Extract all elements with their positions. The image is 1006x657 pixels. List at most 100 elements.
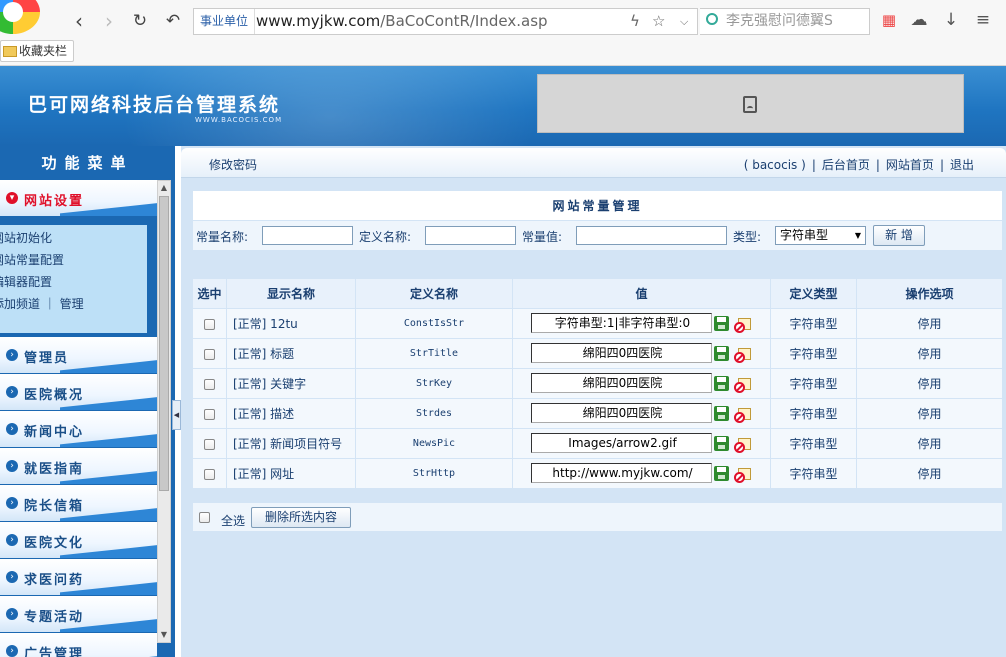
save-icon[interactable] bbox=[714, 406, 729, 421]
disable-link[interactable]: 停用 bbox=[856, 308, 1003, 339]
apps-grid-icon[interactable]: ▦ bbox=[878, 9, 900, 31]
menu-item-culture[interactable]: › 医院文化 bbox=[0, 522, 157, 559]
admin-home-link[interactable]: 后台首页 bbox=[816, 158, 876, 172]
undo-icon[interactable]: ↶ bbox=[160, 9, 186, 33]
delete-icon[interactable] bbox=[734, 348, 751, 363]
top-right-links: ( bacocis ) | 后台首页 | 网站首页 | 退出 bbox=[738, 156, 980, 173]
constants-panel: 网站常量管理 常量名称: 定义名称: 常量值: 类型: 字符串型 新 增 bbox=[192, 190, 1003, 251]
current-user: ( bacocis ) bbox=[743, 158, 806, 172]
browser-search[interactable]: 李克强慰问德翼S bbox=[700, 8, 870, 35]
const-value-input[interactable] bbox=[576, 226, 727, 245]
menu-item-consult[interactable]: › 求医问药 bbox=[0, 559, 157, 596]
type-select[interactable]: 字符串型 bbox=[775, 226, 866, 245]
save-icon[interactable] bbox=[714, 376, 729, 391]
def-name-input[interactable] bbox=[425, 226, 516, 245]
chevron-down-icon[interactable]: ⌵ bbox=[680, 11, 688, 32]
cloud-icon[interactable]: ☁ bbox=[908, 9, 930, 31]
disable-link[interactable]: 停用 bbox=[856, 398, 1003, 429]
select-all-label: 全选 bbox=[221, 514, 246, 528]
menu-item-mailbox[interactable]: › 院长信箱 bbox=[0, 485, 157, 522]
menu-item-label: 管理员 bbox=[24, 351, 70, 366]
site-title: 巴可网络科技后台管理系统 bbox=[28, 94, 281, 116]
delete-icon[interactable] bbox=[734, 468, 751, 483]
menu-icon[interactable]: ≡ bbox=[972, 9, 994, 31]
menu-item-site-settings[interactable]: ▾ 网站设置 bbox=[0, 180, 157, 217]
menu-item-label: 医院概况 bbox=[24, 388, 85, 403]
menu-item-admin[interactable]: › 管理员 bbox=[0, 337, 157, 374]
value-input[interactable]: 绵阳四0四医院 bbox=[531, 343, 712, 363]
scroll-thumb[interactable] bbox=[159, 196, 169, 491]
constants-table: 选中 显示名称 定义名称 值 定义类型 操作选项 [正常] 12tu Const… bbox=[192, 278, 1003, 489]
delete-icon[interactable] bbox=[734, 378, 751, 393]
menu-item-ads[interactable]: › 广告管理 bbox=[0, 633, 157, 657]
row-checkbox[interactable] bbox=[204, 408, 215, 420]
banner-image bbox=[537, 74, 964, 133]
delete-icon[interactable] bbox=[734, 438, 751, 453]
delete-selected-button[interactable]: 删除所选内容 bbox=[251, 507, 351, 528]
value-input[interactable]: Images/arrow2.gif bbox=[531, 433, 712, 453]
col-operations: 操作选项 bbox=[856, 278, 1003, 309]
submenu-item-editor[interactable]: 编辑器配置 bbox=[0, 269, 139, 291]
save-icon[interactable] bbox=[714, 346, 729, 361]
filter-row: 常量名称: 定义名称: 常量值: 类型: 字符串型 新 增 bbox=[193, 221, 1002, 250]
submenu-item-init[interactable]: 网站初始化 bbox=[0, 225, 139, 247]
display-name: [正常] 新闻项目符号 bbox=[226, 428, 356, 459]
scroll-up-icon[interactable]: ▲ bbox=[158, 181, 170, 195]
row-checkbox[interactable] bbox=[204, 318, 215, 330]
value-input[interactable]: 绵阳四0四医院 bbox=[531, 403, 712, 423]
menu-item-hospital-overview[interactable]: › 医院概况 bbox=[0, 374, 157, 411]
disable-link[interactable]: 停用 bbox=[856, 458, 1003, 489]
display-name: [正常] 网址 bbox=[226, 458, 356, 489]
forward-icon[interactable]: › bbox=[96, 9, 122, 33]
back-icon[interactable]: ‹ bbox=[66, 9, 92, 33]
submenu-item-channel[interactable]: 添加频道 ｜ 管理 bbox=[0, 291, 139, 313]
select-all-checkbox[interactable] bbox=[199, 512, 210, 523]
lightning-icon[interactable]: ϟ bbox=[630, 11, 640, 32]
address-bar[interactable]: 事业单位 www.myjkw.com/BaCoContR/Index.asp ϟ… bbox=[193, 8, 698, 35]
save-icon[interactable] bbox=[714, 316, 729, 331]
search-input[interactable]: 李克强慰问德翼S bbox=[726, 9, 866, 34]
disable-link[interactable]: 停用 bbox=[856, 368, 1003, 399]
disable-link[interactable]: 停用 bbox=[856, 428, 1003, 459]
value-input[interactable]: http://www.myjkw.com/ bbox=[531, 463, 712, 483]
const-name-input[interactable] bbox=[262, 226, 353, 245]
arrow-right-icon: › bbox=[6, 460, 18, 472]
arrow-right-icon: › bbox=[6, 349, 18, 361]
disable-link[interactable]: 停用 bbox=[856, 338, 1003, 369]
star-icon[interactable]: ☆ bbox=[652, 11, 665, 32]
scroll-down-icon[interactable]: ▼ bbox=[158, 628, 170, 642]
save-icon[interactable] bbox=[714, 436, 729, 451]
logout-link[interactable]: 退出 bbox=[944, 158, 980, 172]
save-icon[interactable] bbox=[714, 466, 729, 481]
delete-icon[interactable] bbox=[734, 318, 751, 333]
row-checkbox[interactable] bbox=[204, 378, 215, 390]
value-input[interactable]: 字符串型:1|非字符串型:0 bbox=[531, 313, 712, 333]
menu-list: ▾ 网站设置 网站初始化 网站常量配置 编辑器配置 添加频道 ｜ 管理 › 管理员… bbox=[0, 180, 157, 657]
row-checkbox[interactable] bbox=[204, 468, 215, 480]
delete-icon[interactable] bbox=[734, 408, 751, 423]
display-name: [正常] 关键字 bbox=[226, 368, 356, 399]
menu-scrollbar[interactable]: ▲ ▼ bbox=[157, 180, 171, 643]
def-type: 字符串型 bbox=[770, 458, 857, 489]
col-def-name: 定义名称 bbox=[355, 278, 513, 309]
download-icon[interactable]: ↓ bbox=[940, 9, 962, 31]
row-checkbox[interactable] bbox=[204, 438, 215, 450]
search-icon bbox=[706, 13, 718, 25]
menu-item-news[interactable]: › 新闻中心 bbox=[0, 411, 157, 448]
arrow-right-icon: › bbox=[6, 571, 18, 583]
refresh-icon[interactable]: ↻ bbox=[127, 9, 153, 33]
add-button[interactable]: 新 增 bbox=[873, 225, 925, 246]
collapse-sidebar-icon[interactable]: ◀ bbox=[172, 400, 181, 430]
bookmarks-folder[interactable]: 收藏夹栏 bbox=[0, 40, 75, 62]
menu-item-guide[interactable]: › 就医指南 bbox=[0, 448, 157, 485]
arrow-right-icon: › bbox=[6, 497, 18, 509]
menu-item-events[interactable]: › 专题活动 bbox=[0, 596, 157, 633]
def-type: 字符串型 bbox=[770, 368, 857, 399]
row-checkbox[interactable] bbox=[204, 348, 215, 360]
value-input[interactable]: 绵阳四0四医院 bbox=[531, 373, 712, 393]
submenu-item-constants[interactable]: 网站常量配置 bbox=[0, 247, 139, 269]
def-type: 字符串型 bbox=[770, 308, 857, 339]
site-home-link[interactable]: 网站首页 bbox=[880, 158, 940, 172]
col-type: 定义类型 bbox=[770, 278, 857, 309]
change-password-link[interactable]: 修改密码 bbox=[209, 156, 257, 173]
